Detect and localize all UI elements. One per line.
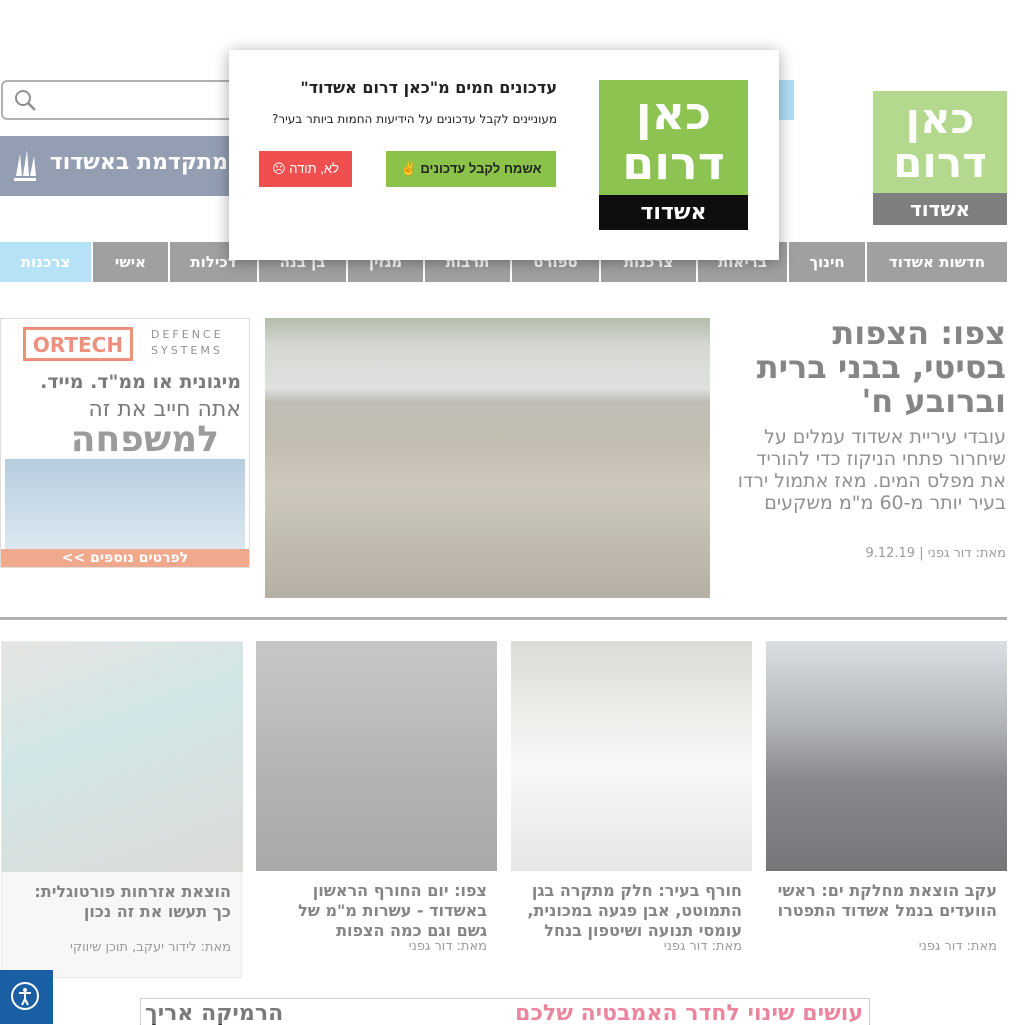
notification-popup: כאן דרום אשדוד עדכונים חמים מ"כאן דרום אש… <box>229 50 779 260</box>
popup-logo-line1: כאן <box>635 86 712 140</box>
popup-logo-city: אשדוד <box>599 195 748 230</box>
accessibility-button[interactable] <box>0 970 53 1024</box>
deny-notifications-button[interactable]: לא, תודה ☹ <box>259 151 352 187</box>
popup-logo-line2: דרום <box>622 136 725 190</box>
popup-subtitle: מעוניינים לקבל עדכונים על הידיעות החמות … <box>271 112 557 126</box>
popup-title: עדכונים חמים מ"כאן דרום אשדוד" <box>300 78 557 97</box>
popup-logo: כאן דרום אשדוד <box>599 80 748 230</box>
allow-notifications-button[interactable]: אשמח לקבל עדכונים ✌ <box>386 151 556 187</box>
accessibility-icon <box>11 982 39 1010</box>
